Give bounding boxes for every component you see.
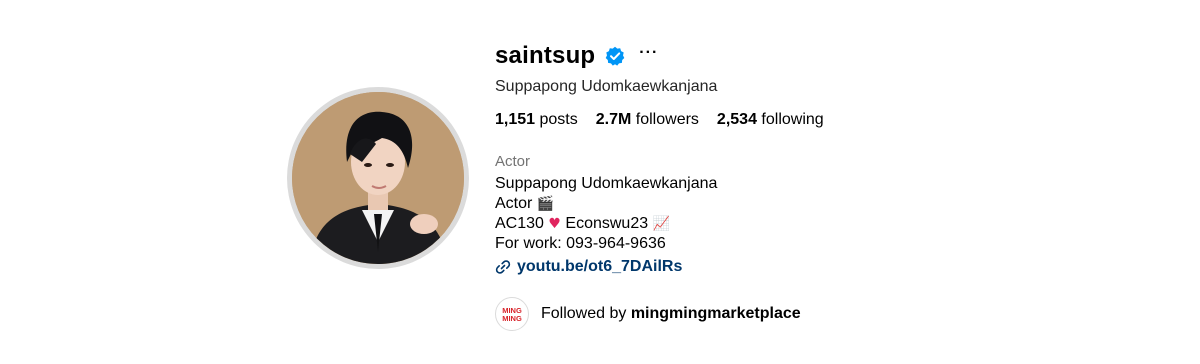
followed-by-prefix: Followed by (541, 305, 627, 322)
profile-info: saintsup ··· Suppapong Udomkaewkanjana 1… (495, 38, 1095, 331)
more-options-button[interactable]: ··· (639, 45, 658, 61)
followers-count: 2.7M (595, 111, 632, 128)
posts-stat: 1,151 posts (495, 111, 578, 129)
heart-icon: ♥ (548, 216, 561, 232)
profile-avatar-ring[interactable] (287, 87, 469, 269)
bio-line-1: Suppapong Udomkaewkanjana (495, 175, 718, 192)
avatar-photo (292, 92, 464, 264)
profile-link-text: youtu.be/ot6_7DAilRs (517, 258, 683, 275)
mingming-logo-icon: MING MING (501, 305, 523, 323)
followed-by-avatar: MING MING (495, 297, 529, 331)
bio-line-4: For work: 093-964-9636 (495, 235, 666, 252)
posts-count: 1,151 (495, 111, 536, 128)
profile-bio: Suppapong Udomkaewkanjana Actor 🎬 AC130 … (495, 174, 1095, 254)
followers-label: followers (635, 111, 699, 128)
chart-increasing-icon: 📈 (652, 216, 670, 232)
bio-line-3: AC130 ♥ Econswu23 📈 (495, 214, 1095, 234)
bio-line-3-b: Econswu23 (565, 215, 649, 232)
following-label: following (761, 111, 824, 128)
profile-username: saintsup (495, 42, 596, 69)
svg-text:MING: MING (502, 314, 522, 323)
verified-badge-icon (605, 46, 625, 66)
followed-by-user[interactable]: mingmingmarketplace (631, 305, 801, 323)
posts-label: posts (539, 111, 578, 128)
bio-line-3-a: AC130 (495, 215, 544, 232)
profile-full-name: Suppapong Udomkaewkanjana (495, 78, 718, 95)
clapper-board-icon: 🎬 (536, 196, 555, 212)
followers-stat[interactable]: 2.7M followers (596, 111, 699, 129)
followed-by[interactable]: MING MING Followed by mingmingmarketplac… (495, 297, 1095, 331)
profile-link[interactable]: youtu.be/ot6_7DAilRs (495, 258, 1095, 276)
profile-header-row: saintsup ··· (495, 38, 1095, 74)
profile-stats: 1,151 posts 2.7M followers 2,534 followi… (495, 111, 1095, 129)
link-icon (495, 260, 511, 274)
profile-avatar[interactable] (292, 92, 464, 264)
bio-line-2: Actor 🎬 (495, 194, 1095, 214)
following-count: 2,534 (716, 111, 757, 128)
profile-category: Actor (495, 153, 531, 170)
bio-line-2-text: Actor (495, 195, 533, 212)
following-stat[interactable]: 2,534 following (717, 111, 824, 129)
